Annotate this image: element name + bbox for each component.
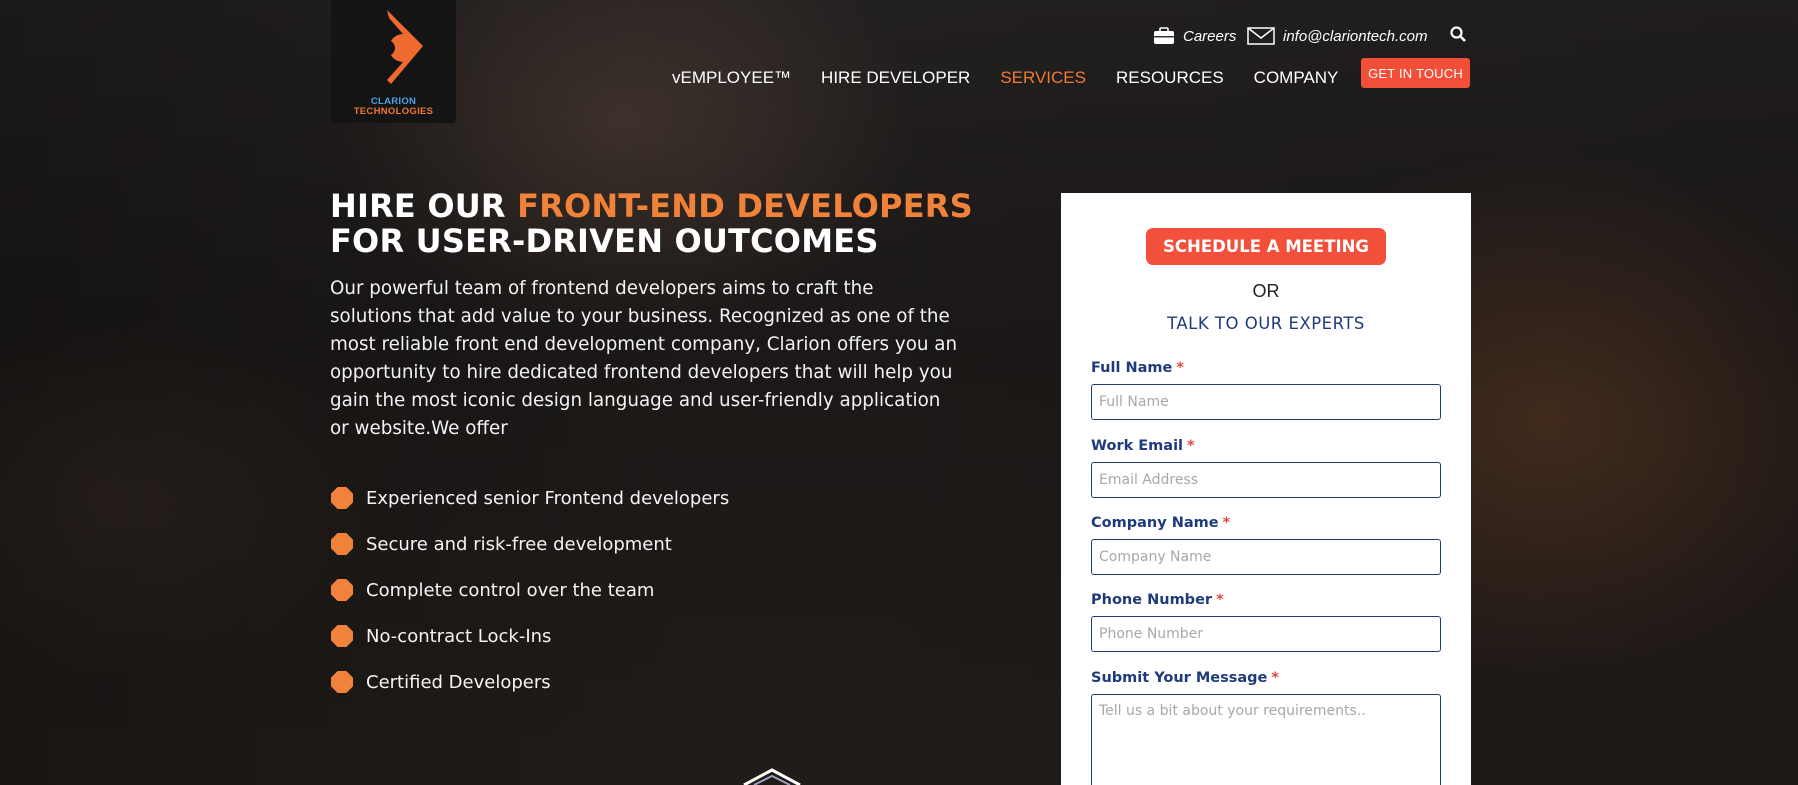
list-item: No-contract Lock-Ins [331,613,729,659]
full-name-label: Full Name * [1091,360,1184,376]
search-button[interactable] [1450,26,1466,46]
list-item-text: Complete control over the team [366,579,655,601]
talk-to-experts-heading: TALK TO OUR EXPERTS [1167,314,1365,333]
list-item: Experienced senior Frontend developers [331,475,729,521]
hero-intro: Our powerful team of frontend developers… [330,278,958,439]
phone-number-label: Phone Number * [1091,592,1224,608]
message-field[interactable] [1091,694,1441,785]
list-item: Complete control over the team [331,567,729,613]
message-group: Submit Your Message * [1091,670,1441,785]
list-item-text: Secure and risk-free development [366,533,672,555]
or-divider: OR [1252,281,1280,301]
full-name-group: Full Name * [1091,360,1441,420]
contact-form: SCHEDULE A MEETING OR TALK TO OUR EXPERT… [1061,193,1471,785]
nav-item-services[interactable]: SERVICES [1000,68,1086,90]
bullet-icon [331,671,353,693]
nav-item-company[interactable]: COMPANY [1254,68,1339,90]
list-item-text: Certified Developers [366,671,551,693]
email-field[interactable] [1091,462,1441,498]
clarion-mark-icon [379,10,423,84]
email-link[interactable]: info@clariontech.com [1247,26,1427,46]
phone-number-group: Phone Number * [1091,592,1441,652]
search-icon [1450,26,1466,46]
bullet-icon [331,625,353,647]
bullet-icon [331,533,353,555]
list-item: Secure and risk-free development [331,521,729,567]
company-name-group: Company Name * [1091,515,1441,575]
main-nav: vEMPLOYEE™ HIRE DEVELOPER SERVICES RESOU… [672,68,1368,90]
list-item: Certified Developers [331,659,729,705]
brand-logo[interactable]: CLARION TECHNOLOGIES [331,0,456,123]
list-item-text: Experienced senior Frontend developers [366,487,730,509]
work-email-label: Work Email * [1091,438,1195,454]
briefcase-icon [1153,27,1175,45]
bullet-icon [331,579,353,601]
message-label: Submit Your Message * [1091,670,1279,686]
email-label: info@clariontech.com [1283,27,1428,45]
headline-accent: FRONT-END DEVELOPERS [517,187,973,225]
logo-text-technologies: TECHNOLOGIES [353,106,434,117]
nav-item-vemployee[interactable]: vEMPLOYEE™ [672,68,791,90]
careers-link[interactable]: Careers [1153,26,1236,46]
headline-part1: HIRE OUR [330,187,518,225]
list-item-text: No-contract Lock-Ins [366,625,552,647]
page-title: HIRE OUR FRONT-END DEVELOPERS FOR USER-D… [330,189,1030,259]
scroll-badge-icon [742,768,802,785]
nav-item-resources[interactable]: RESOURCES [1116,68,1224,90]
benefits-list: Experienced senior Frontend developers S… [331,475,729,705]
headline-line2: FOR USER-DRIVEN OUTCOMES [330,222,879,260]
work-email-group: Work Email * [1091,438,1441,498]
get-in-touch-button[interactable]: GET IN TOUCH [1361,58,1470,88]
careers-label: Careers [1183,27,1237,45]
schedule-meeting-button[interactable]: SCHEDULE A MEETING [1146,228,1386,265]
bullet-icon [331,487,353,509]
company-name-field[interactable] [1091,539,1441,575]
mail-icon [1247,27,1275,45]
phone-number-field[interactable] [1091,616,1441,652]
full-name-field[interactable] [1091,384,1441,420]
company-name-label: Company Name * [1091,515,1231,531]
nav-item-hire-developer[interactable]: HIRE DEVELOPER [821,68,970,90]
